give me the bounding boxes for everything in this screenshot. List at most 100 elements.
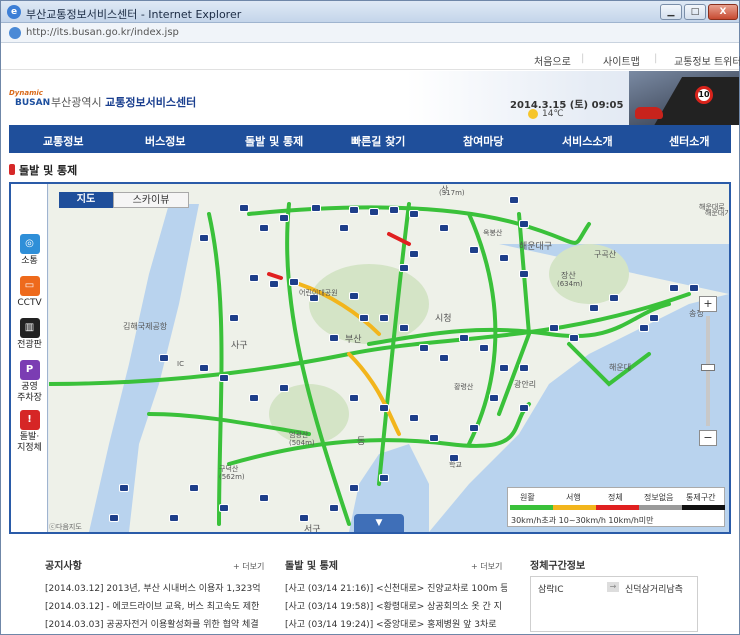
address-bar[interactable]: http://its.busan.go.kr/index.jsp [1,23,739,43]
nav-service-intro[interactable]: 서비스소개 [562,133,613,149]
nav-bus-info[interactable]: 버스정보 [145,133,185,149]
incident-item[interactable]: [사고 (03/14 19:24)] <중앙대로> 홍제병원 앞 3차로 [285,617,507,630]
cctv-marker-icon[interactable] [409,250,419,258]
twitter-link[interactable]: 교통정보 트위터 [674,53,740,68]
incident-item[interactable]: [사고 (03/14 21:16)] <신천대로> 진양교차로 100m 등 [285,581,507,594]
minimize-button[interactable]: ▁ [660,4,682,20]
cctv-marker-icon[interactable] [249,274,259,282]
side-item-sign-board[interactable]: ▥ 전광판 [13,318,46,351]
cctv-marker-icon[interactable] [669,284,679,292]
cctv-marker-icon[interactable] [519,220,529,228]
cctv-marker-icon[interactable] [359,314,369,322]
side-item-traffic[interactable]: ◎ 소통 [13,234,46,267]
cctv-marker-icon[interactable] [329,334,339,342]
cctv-marker-icon[interactable] [519,404,529,412]
dynamic-busan-logo[interactable]: Dynamic BUSAN [9,89,50,109]
cctv-marker-icon[interactable] [509,196,519,204]
cctv-marker-icon[interactable] [289,278,299,286]
side-item-cctv[interactable]: ▭ CCTV [13,276,46,309]
cctv-marker-icon[interactable] [549,324,559,332]
cctv-marker-icon[interactable] [439,354,449,362]
sitemap-link[interactable]: 사이트맵 [603,53,640,68]
cctv-marker-icon[interactable] [219,374,229,382]
map-collapse-button[interactable]: ▼ [354,514,404,532]
nav-center-intro[interactable]: 센터소개 [669,133,709,149]
cctv-marker-icon[interactable] [169,514,179,522]
cctv-marker-icon[interactable] [489,394,499,402]
cctv-marker-icon[interactable] [199,364,209,372]
cctv-marker-icon[interactable] [379,314,389,322]
cctv-marker-icon[interactable] [439,224,449,232]
cctv-marker-icon[interactable] [499,364,509,372]
cctv-marker-icon[interactable] [459,334,469,342]
cctv-marker-icon[interactable] [399,324,409,332]
cctv-marker-icon[interactable] [349,484,359,492]
cctv-marker-icon[interactable] [249,394,259,402]
cctv-marker-icon[interactable] [519,270,529,278]
side-item-parking[interactable]: P 공영 주차장 [13,360,46,404]
cctv-marker-icon[interactable] [269,280,279,288]
url-text[interactable]: http://its.busan.go.kr/index.jsp [26,27,179,38]
cctv-marker-icon[interactable] [109,514,119,522]
cctv-marker-icon[interactable] [189,484,199,492]
cctv-marker-icon[interactable] [379,404,389,412]
congestion-to[interactable]: 신덕삼거리남측 [625,582,683,595]
cctv-marker-icon[interactable] [299,514,309,522]
cctv-marker-icon[interactable] [689,284,699,292]
cctv-marker-icon[interactable] [649,314,659,322]
congestion-from[interactable]: 삼락IC [538,582,564,595]
side-item-incident[interactable]: ! 돌발· 지정체 [13,410,46,454]
cctv-marker-icon[interactable] [349,394,359,402]
cctv-marker-icon[interactable] [409,210,419,218]
cctv-marker-icon[interactable] [519,364,529,372]
zoom-track[interactable] [706,316,710,426]
cctv-marker-icon[interactable] [229,314,239,322]
notice-item[interactable]: [2014.03.03] 공공자전거 이용활성화를 위한 협약 체결 [45,617,263,630]
cctv-marker-icon[interactable] [569,334,579,342]
zoom-out-button[interactable]: − [699,430,717,446]
cctv-marker-icon[interactable] [349,292,359,300]
cctv-marker-icon[interactable] [329,504,339,512]
cctv-marker-icon[interactable] [389,206,399,214]
nav-participation[interactable]: 참여마당 [463,133,503,149]
zoom-slider-handle[interactable] [701,364,715,371]
cctv-marker-icon[interactable] [639,324,649,332]
cctv-marker-icon[interactable] [159,354,169,362]
cctv-marker-icon[interactable] [469,246,479,254]
cctv-marker-icon[interactable] [609,294,619,302]
cctv-marker-icon[interactable] [409,414,419,422]
cctv-marker-icon[interactable] [589,304,599,312]
maximize-button[interactable]: □ [684,4,706,20]
map-canvas[interactable]: 해운대구 구곡산 장산 (634m) 해운대 어린이대공원 부산 시청 김해국제… [49,184,729,532]
cctv-marker-icon[interactable] [259,494,269,502]
cctv-marker-icon[interactable] [379,474,389,482]
cctv-marker-icon[interactable] [339,224,349,232]
incident-item[interactable]: [사고 (03/14 19:58)] <황령대로> 상공회의소 옷 간 지 [285,599,507,612]
notice-item[interactable]: [2014.03.12] 2013년, 부산 시내버스 이용자 1,323억 운 [45,581,263,594]
tab-map[interactable]: 지도 [59,192,113,208]
nav-traffic-info[interactable]: 교통정보 [43,133,83,149]
cctv-marker-icon[interactable] [279,214,289,222]
nav-fast-route[interactable]: 빠른길 찾기 [351,133,405,149]
cctv-marker-icon[interactable] [279,384,289,392]
cctv-marker-icon[interactable] [311,204,321,212]
cctv-marker-icon[interactable] [399,264,409,272]
notice-item[interactable]: [2014.03.12] - 에코드라이브 교육, 버스 최고속도 제한 [45,599,263,612]
cctv-marker-icon[interactable] [479,344,489,352]
home-link[interactable]: 처음으로 [534,53,571,68]
cctv-marker-icon[interactable] [199,234,209,242]
close-button[interactable]: X [708,4,738,20]
cctv-marker-icon[interactable] [429,434,439,442]
incident-more-link[interactable]: + 더보기 [471,561,502,572]
site-name[interactable]: 부산광역시 교통정보서비스센터 [51,94,196,110]
cctv-marker-icon[interactable] [349,206,359,214]
cctv-marker-icon[interactable] [219,504,229,512]
cctv-marker-icon[interactable] [239,204,249,212]
cctv-marker-icon[interactable] [499,254,509,262]
cctv-marker-icon[interactable] [469,424,479,432]
cctv-marker-icon[interactable] [419,344,429,352]
cctv-marker-icon[interactable] [369,208,379,216]
cctv-marker-icon[interactable] [259,224,269,232]
zoom-in-button[interactable]: + [699,296,717,312]
notice-more-link[interactable]: + 더보기 [233,561,264,572]
